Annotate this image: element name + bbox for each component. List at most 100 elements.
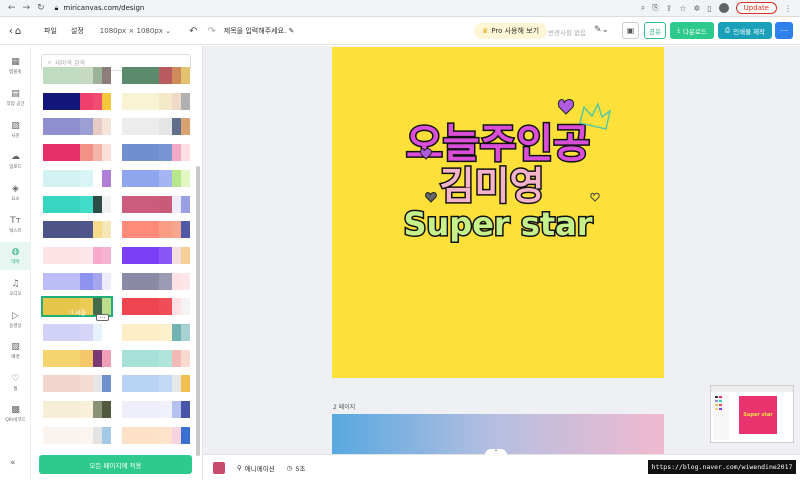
rail-item-template[interactable]: ▦ 템플릿 [0, 52, 31, 80]
palette-color [171, 375, 182, 393]
palette-swatch[interactable] [122, 169, 190, 187]
apply-all-pages-button[interactable]: 모든 페이지에 적용 [39, 455, 192, 474]
rail-item-qr[interactable]: ▩ QR/바코드 [0, 400, 31, 428]
rail-item-text[interactable]: Tт 텍스트 [0, 211, 31, 239]
rail-item-upload[interactable]: ☁ 업로드 [0, 147, 31, 175]
palette-swatch[interactable] [43, 221, 111, 239]
palette-swatch[interactable] [43, 246, 111, 264]
rail-item-theme[interactable]: ◍ 테마 [0, 242, 31, 270]
palette-swatch[interactable] [122, 144, 190, 162]
update-button[interactable]: Update [735, 2, 777, 14]
address-bar[interactable]: 🔒︎ miricanvas.com/design [55, 4, 641, 13]
back-icon[interactable]: ← [8, 3, 16, 13]
palette-swatch[interactable] [43, 426, 111, 444]
palette-color [159, 298, 172, 316]
palette-color [122, 67, 160, 84]
pro-trial-button[interactable]: ♛ Pro 사용해 보기 [474, 23, 548, 39]
palette-color [43, 349, 81, 367]
palette-color [80, 375, 93, 393]
save-button[interactable]: ▣ [622, 22, 639, 39]
file-menu[interactable]: 파일 [44, 26, 57, 36]
share-page-icon[interactable]: ⇪ [666, 4, 673, 13]
palette-options-icon[interactable]: … [96, 314, 109, 321]
palette-swatch[interactable] [122, 426, 190, 444]
rail-item-favorites[interactable]: ♡ 찜 [0, 369, 31, 397]
palette-color [80, 246, 93, 264]
bookmark-icon[interactable]: ☆ [679, 4, 686, 13]
palette-swatch[interactable] [122, 67, 190, 84]
home-button[interactable]: ‹ ⌂ [0, 26, 30, 37]
palette-swatch[interactable] [122, 272, 190, 290]
palette-swatch[interactable] [43, 272, 111, 290]
profile-avatar[interactable] [718, 3, 729, 13]
rail-item-video[interactable]: ▷ 동영상 [0, 306, 31, 334]
more-options-button[interactable]: ⋯ [775, 22, 793, 39]
translate-icon[interactable]: ⎘ [652, 3, 658, 13]
palette-color [102, 195, 111, 213]
settings-menu[interactable]: 설정 [71, 26, 84, 36]
animation-button[interactable]: ⚲ 애니메이션 [237, 463, 275, 473]
share-button[interactable]: 공유 [644, 22, 666, 39]
palette-swatch[interactable] [43, 169, 111, 187]
redo-icon[interactable]: ↷ [207, 26, 215, 37]
palette-color [171, 169, 182, 187]
undo-icon[interactable]: ↶ [189, 26, 197, 37]
pen-tool-icon[interactable]: ✎⌄ [594, 25, 609, 35]
rail-item-elements[interactable]: ◈ 요소 [0, 179, 31, 207]
design-page-2[interactable] [332, 414, 664, 454]
video-icon: ▷ [12, 311, 19, 321]
palette-color [122, 426, 160, 444]
browser-menu-icon[interactable]: ⋮ [784, 4, 792, 13]
heart-icon: ♡ [11, 374, 20, 384]
print-order-button[interactable]: ⎙ 인쇄물 제작 [718, 22, 772, 39]
palette-color [181, 324, 190, 341]
search-icon[interactable]: ⌕ [641, 3, 645, 13]
pages-drawer-toggle[interactable]: ⌃ [485, 449, 507, 456]
rail-item-photo[interactable]: ▨ 사진 [0, 116, 31, 144]
palette-swatch[interactable] [43, 67, 111, 84]
page-size-dropdown[interactable]: 1080px × 1080px ⌄ [100, 27, 171, 35]
forward-icon[interactable]: → [23, 3, 31, 13]
palette-swatch[interactable] [122, 349, 190, 367]
title-artwork[interactable]: 오늘주인공 김미영 Super star [332, 47, 664, 378]
palette-swatch[interactable] [43, 144, 111, 162]
minimap-thumbnail[interactable]: Super star [710, 385, 794, 443]
design-page-1[interactable]: 오늘주인공 김미영 Super star [332, 47, 664, 378]
print-label: 인쇄물 제작 [733, 27, 766, 36]
duration-button[interactable]: ◷ 5초 [287, 463, 306, 473]
palette-swatch[interactable] [43, 375, 111, 393]
extensions-icon[interactable]: ✲ [694, 4, 701, 13]
rail-item-workspace[interactable]: ▤ 작업 공간 [0, 84, 31, 112]
page-color-chip[interactable] [213, 461, 225, 474]
palette-color [159, 195, 172, 213]
palette-swatch[interactable] [122, 401, 190, 419]
palette-swatch[interactable] [122, 221, 190, 239]
palette-swatch[interactable] [122, 195, 190, 213]
animation-icon: ⚲ [237, 463, 242, 472]
palette-color [122, 298, 160, 316]
palette-swatch[interactable] [122, 118, 190, 136]
artwork-line-2: 김미영 [440, 164, 545, 208]
palette-swatch[interactable] [43, 349, 111, 367]
palette-swatch[interactable] [122, 324, 190, 341]
sidebar-icon[interactable]: ▯ [707, 4, 711, 13]
palette-swatch[interactable] [122, 375, 190, 393]
download-button[interactable]: ⤓ 다운로드 [670, 22, 714, 39]
collapse-panel-icon[interactable]: « [10, 458, 16, 468]
browser-toolbar: ← → ↻ 🔒︎ miricanvas.com/design ⌕ ⎘ ⇪ ☆ ✲… [0, 0, 800, 17]
panel-scrollbar[interactable] [196, 166, 200, 456]
palette-swatch[interactable] [122, 92, 190, 110]
palette-swatch[interactable] [43, 92, 111, 110]
palette-swatch[interactable] [43, 401, 111, 419]
palette-swatch[interactable] [122, 246, 190, 264]
palette-swatch[interactable] [43, 118, 111, 136]
palette-color [181, 426, 190, 444]
palette-swatch[interactable] [43, 195, 111, 213]
rail-item-audio[interactable]: ♫ 오디오 [0, 274, 31, 302]
design-title-input[interactable]: 제목을 입력해주세요. ✎ [224, 26, 295, 36]
palette-swatch[interactable] [43, 324, 111, 341]
reload-icon[interactable]: ↻ [37, 3, 45, 13]
palette-color [159, 144, 172, 162]
palette-swatch[interactable] [122, 298, 190, 316]
rail-item-background[interactable]: ▧ 배경 [0, 337, 31, 365]
